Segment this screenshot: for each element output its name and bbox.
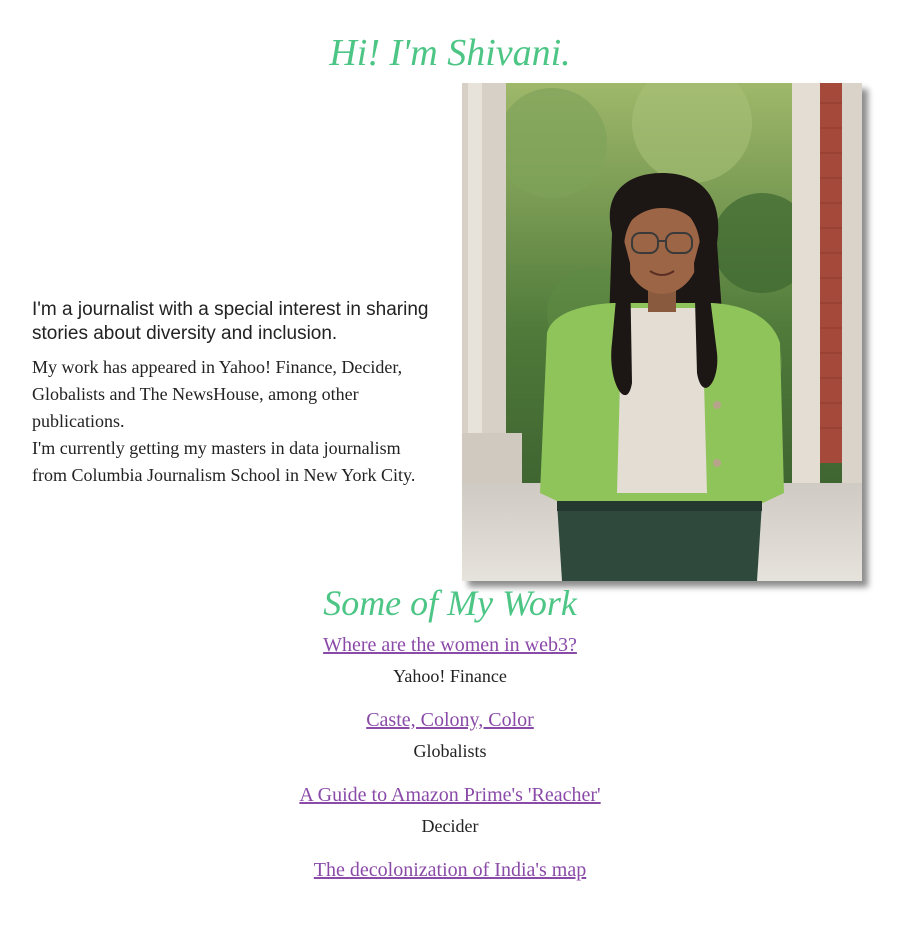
intro-paragraph-publications: My work has appeared in Yahoo! Finance, … [32,357,403,431]
work-item: The decolonization of India's map [0,855,900,930]
work-link-women-web3[interactable]: Where are the women in web3? [323,630,577,660]
profile-photo [462,83,862,581]
work-list: Where are the women in web3? Yahoo! Fina… [0,630,900,930]
intro-section: I'm a journalist with a special interest… [32,298,432,489]
work-item: Where are the women in web3? Yahoo! Fina… [0,630,900,705]
profile-photo-illustration [462,83,862,581]
intro-lead: I'm a journalist with a special interest… [32,299,429,344]
work-outlet: Yahoo! Finance [393,666,507,686]
work-outlet: Decider [421,816,479,836]
work-section-title: Some of My Work [323,583,577,623]
work-link-caste-colony-color[interactable]: Caste, Colony, Color [366,705,534,735]
work-outlet: Globalists [413,741,487,761]
work-item: A Guide to Amazon Prime's 'Reacher' Deci… [0,780,900,855]
work-link-decolonization-map[interactable]: The decolonization of India's map [314,855,586,885]
work-link-reacher-guide[interactable]: A Guide to Amazon Prime's 'Reacher' [299,780,600,810]
page-title: Hi! I'm Shivani. [329,32,571,74]
intro-paragraph-education: I'm currently getting my masters in data… [32,438,416,485]
work-item: Caste, Colony, Color Globalists [0,705,900,780]
